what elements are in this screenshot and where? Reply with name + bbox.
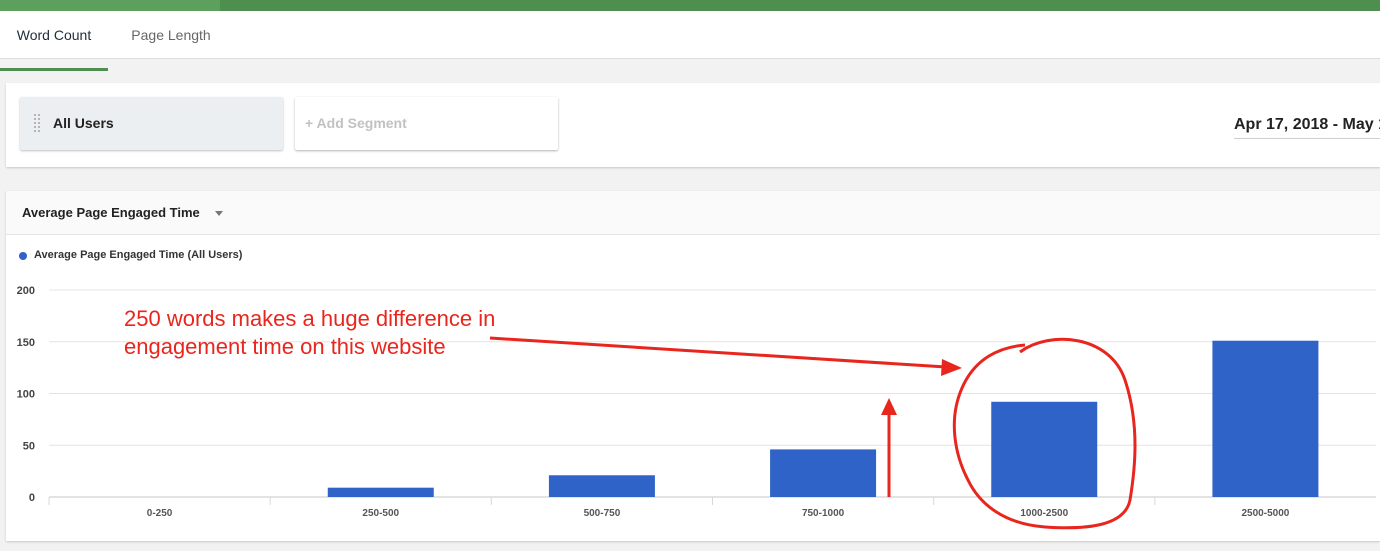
x-tick-label: 2500-5000: [1242, 508, 1290, 519]
annotation-text-line-1: 250 words makes a huge difference in: [124, 306, 496, 331]
annotation-arrowhead: [941, 359, 962, 376]
bar-chart: 0 50 100 150 200 0-250 250-500 500-750 750-1000…: [17, 285, 1376, 530]
y-tick-label: 0: [29, 492, 35, 504]
chart-y-axis: 0 50 100 150 200: [17, 285, 35, 504]
annotation-text-line-2: engagement time on this website: [124, 334, 446, 359]
x-tick-label: 0-250: [147, 508, 173, 519]
x-tick-label: 750-1000: [802, 508, 845, 519]
annotation-arrow-line: [489, 336, 947, 369]
x-tick-label: 1000-2500: [1020, 508, 1068, 519]
chart-bar[interactable]: [991, 401, 1098, 497]
chart-bar[interactable]: [770, 449, 877, 497]
x-tick-label: 250-500: [362, 508, 399, 519]
x-tick-label: 500-750: [584, 508, 621, 519]
chart-bar[interactable]: [327, 487, 434, 497]
y-tick-label: 200: [17, 285, 35, 297]
y-tick-label: 100: [17, 389, 35, 401]
y-tick-label: 150: [17, 337, 35, 349]
annotation-up-arrowhead: [881, 398, 897, 415]
chart-bars: [327, 340, 1319, 497]
chart-bar[interactable]: [1212, 340, 1319, 497]
y-tick-label: 50: [23, 440, 35, 452]
chart-bar[interactable]: [548, 475, 655, 497]
chart-x-axis: 0-250 250-500 500-750 750-1000 1000-2500 2500…: [48, 497, 1290, 519]
